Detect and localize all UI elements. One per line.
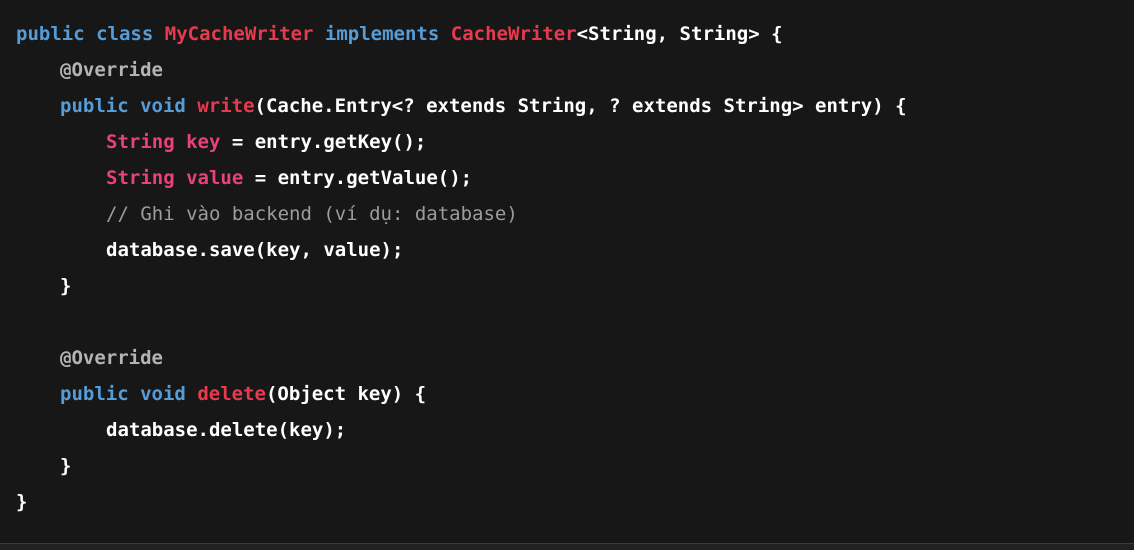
code-line-8: } (16, 268, 1134, 304)
keyword-public: public (60, 383, 129, 405)
code-line-14: } (16, 484, 1134, 520)
bottom-strip (0, 544, 1134, 550)
type-name: String (106, 131, 175, 153)
code-text: = entry.getKey(); (220, 131, 427, 153)
keyword-public: public (16, 23, 85, 45)
code-comment: // Ghi vào backend (ví dụ: database) (106, 203, 518, 225)
code-content: public class MyCacheWriter implements Ca… (16, 16, 1134, 520)
code-line-3: public void write(Cache.Entry<? extends … (16, 88, 1134, 124)
code-block: public class MyCacheWriter implements Ca… (0, 0, 1134, 543)
keyword-void: void (140, 383, 186, 405)
code-line-13: } (16, 448, 1134, 484)
code-line-6: // Ghi vào backend (ví dụ: database) (16, 196, 1134, 232)
closing-brace: } (16, 491, 28, 513)
code-line-9-empty (16, 304, 1134, 340)
annotation: @Override (60, 347, 163, 369)
closing-brace: } (60, 275, 72, 297)
code-text: (Object key) { (265, 383, 427, 405)
code-line-2: @Override (16, 52, 1134, 88)
code-line-4: String key = entry.getKey(); (16, 124, 1134, 160)
code-text: (Cache.Entry<? extends String, ? extends… (254, 95, 907, 117)
type-name: String (106, 167, 175, 189)
code-text: = entry.getValue(); (243, 167, 473, 189)
code-text: database.delete(key); (106, 419, 347, 441)
code-text: <String, String> { (576, 23, 783, 45)
keyword-public: public (60, 95, 129, 117)
code-line-7: database.save(key, value); (16, 232, 1134, 268)
variable-name: key (186, 131, 221, 153)
code-line-12: database.delete(key); (16, 412, 1134, 448)
code-line-1: public class MyCacheWriter implements Ca… (16, 16, 1134, 52)
class-name: MyCacheWriter (164, 23, 314, 45)
code-line-11: public void delete(Object key) { (16, 376, 1134, 412)
interface-name: CacheWriter (450, 23, 577, 45)
method-name: delete (197, 383, 266, 405)
closing-brace: } (60, 455, 72, 477)
code-line-5: String value = entry.getValue(); (16, 160, 1134, 196)
method-name: write (197, 95, 255, 117)
keyword-class: class (96, 23, 154, 45)
code-line-10: @Override (16, 340, 1134, 376)
annotation: @Override (60, 59, 163, 81)
keyword-void: void (140, 95, 186, 117)
keyword-implements: implements (324, 23, 440, 45)
variable-name: value (186, 167, 244, 189)
code-text: database.save(key, value); (106, 239, 404, 261)
